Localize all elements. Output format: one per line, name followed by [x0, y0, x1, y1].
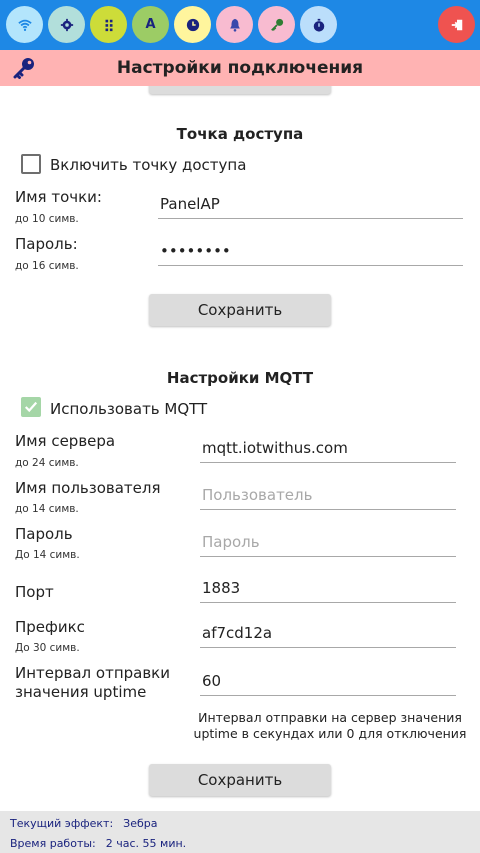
effect-value: Зебра	[123, 817, 158, 830]
mqtt-prefix-hint: До 30 симв.	[15, 642, 80, 654]
mqtt-save-button[interactable]: Сохранить	[149, 764, 331, 796]
uptime-value: 2 час. 55 мин.	[105, 837, 187, 850]
wifi-icon[interactable]	[6, 6, 43, 43]
mqtt-prefix-label: Префикс	[15, 618, 85, 636]
uptime-label: Время работы:	[10, 837, 96, 850]
mqtt-uptime-note-line1: Интервал отправки на сервер значения	[198, 710, 462, 725]
settings-scroll-area[interactable]: Точка доступа Включить точку доступа Имя…	[0, 86, 480, 811]
ap-password-label: Пароль:	[15, 235, 78, 253]
mqtt-prefix-field[interactable]: af7cd12a	[200, 620, 456, 648]
status-footer: Текущий эффект: Зебра Время работы: 2 ча…	[0, 811, 480, 853]
mqtt-uptime-label-line2: значения uptime	[15, 683, 147, 701]
ap-password-hint: до 16 симв.	[15, 260, 79, 272]
mqtt-user-field[interactable]: Пользователь	[200, 482, 456, 510]
page-title: Настройки подключения	[116, 58, 364, 78]
mqtt-uptime-note: Интервал отправки на сервер значения upt…	[190, 710, 470, 742]
uptime-status: Время работы: 2 час. 55 мин.	[10, 837, 186, 850]
check-icon	[24, 401, 38, 413]
clock-icon[interactable]	[174, 6, 211, 43]
mqtt-password-field[interactable]: Пароль	[200, 529, 456, 557]
bell-icon[interactable]	[216, 6, 253, 43]
mqtt-password-label: Пароль	[15, 525, 73, 543]
mqtt-password-hint: До 14 симв.	[15, 549, 80, 561]
mqtt-server-field[interactable]: mqtt.iotwithus.com	[200, 435, 456, 463]
effect-status: Текущий эффект: Зебра	[10, 817, 158, 830]
font-icon[interactable]: A	[132, 6, 169, 43]
ap-name-field[interactable]: PanelAP	[158, 191, 463, 219]
ap-name-hint: до 10 симв.	[15, 213, 79, 225]
key-icon	[13, 58, 34, 79]
mqtt-enable-checkbox[interactable]	[21, 397, 41, 417]
key-icon[interactable]	[258, 6, 295, 43]
mqtt-port-field[interactable]: 1883	[200, 575, 456, 603]
top-toolbar: A	[0, 0, 480, 50]
ap-name-label: Имя точки:	[15, 188, 102, 206]
mqtt-section-title: Настройки MQTT	[166, 369, 314, 387]
mqtt-uptime-field[interactable]: 60	[200, 668, 456, 696]
stopwatch-icon[interactable]	[300, 6, 337, 43]
mqtt-server-label: Имя сервера	[15, 432, 116, 450]
ap-save-button[interactable]: Сохранить	[149, 294, 331, 326]
mqtt-server-hint: до 24 симв.	[15, 457, 79, 469]
exit-icon[interactable]	[438, 6, 475, 43]
effect-label: Текущий эффект:	[10, 817, 114, 830]
ap-password-field[interactable]: ••••••••	[158, 238, 463, 266]
grid-icon[interactable]	[90, 6, 127, 43]
mqtt-port-label: Порт	[15, 583, 54, 601]
mqtt-enable-label: Использовать MQTT	[50, 400, 208, 418]
ap-enable-label: Включить точку доступа	[50, 156, 247, 174]
ap-section-title: Точка доступа	[176, 125, 304, 143]
mqtt-user-hint: до 14 симв.	[15, 503, 79, 515]
mqtt-user-label: Имя пользователя	[15, 479, 161, 497]
mqtt-uptime-note-line2: uptime в секундах или 0 для отключения	[193, 726, 467, 741]
previous-save-button[interactable]	[149, 86, 331, 94]
page-header: Настройки подключения	[0, 50, 480, 86]
mqtt-uptime-label-line1: Интервал отправки	[15, 664, 170, 682]
gear-icon[interactable]	[48, 6, 85, 43]
ap-enable-checkbox[interactable]	[21, 154, 41, 174]
